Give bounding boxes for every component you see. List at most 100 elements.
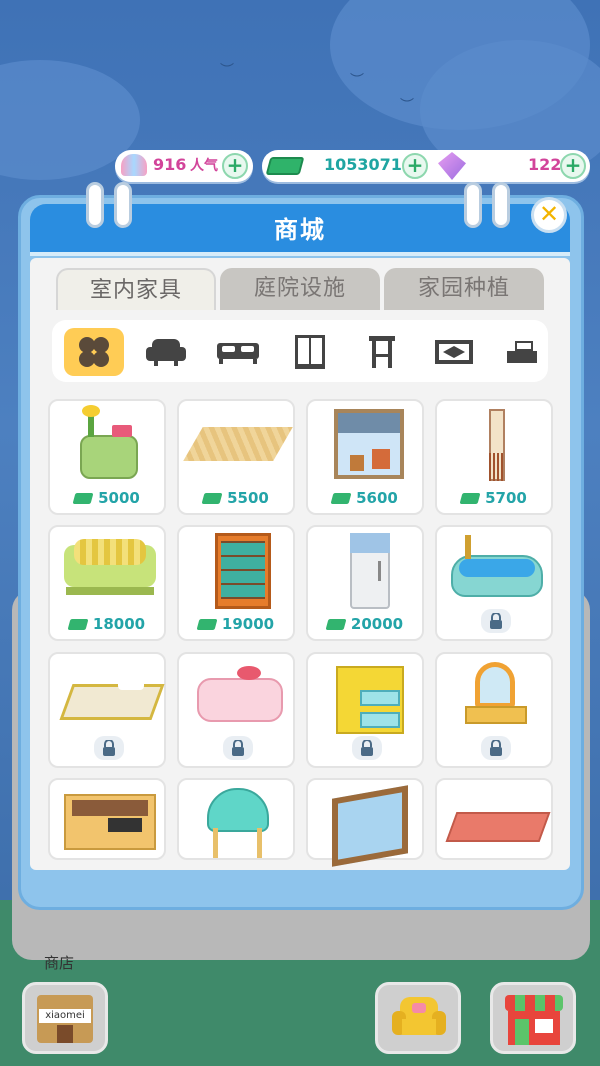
- straw-mat-image: [183, 405, 293, 481]
- item-card-window-with-blinds[interactable]: 5600: [306, 399, 424, 515]
- item-card-straw-mat[interactable]: 5500: [177, 399, 295, 515]
- item-price: 5600: [308, 489, 422, 507]
- lock-icon: [481, 736, 511, 760]
- cabinet-icon: [507, 341, 537, 363]
- item-card-bathtub[interactable]: [435, 525, 553, 641]
- store-button[interactable]: xiaomei: [22, 982, 108, 1054]
- tab-courtyard-facilities[interactable]: 庭院设施: [220, 268, 380, 310]
- nightstand-with-plant-image: [58, 405, 160, 481]
- cash-value: 1053071: [324, 155, 402, 174]
- add-cash-button[interactable]: +: [402, 153, 428, 179]
- lock-icon: [352, 736, 382, 760]
- category-rug[interactable]: [424, 328, 484, 376]
- category-sofa[interactable]: [136, 328, 196, 376]
- wooden-window-image: [316, 784, 418, 867]
- tab-garden-planting[interactable]: 家园种植: [384, 268, 544, 310]
- window-with-blinds-image: [316, 405, 418, 481]
- bird-icon: ︶: [220, 63, 234, 79]
- coral-sofa-image: [445, 784, 551, 860]
- item-card-striped-sofa[interactable]: 18000: [48, 525, 166, 641]
- category-cabinet[interactable]: [492, 328, 552, 376]
- striped-sofa-image: [58, 531, 160, 607]
- item-price: 18000: [50, 615, 164, 633]
- cash-icon: [325, 619, 347, 630]
- bed-icon: [217, 343, 259, 364]
- item-price-value: 18000: [92, 615, 146, 633]
- door-curtain-image: [445, 405, 547, 481]
- armchair-icon: [392, 997, 446, 1041]
- item-price: 5000: [50, 489, 164, 507]
- refrigerator-image: [316, 531, 418, 609]
- item-price: 20000: [308, 615, 422, 633]
- cash-icon: [201, 493, 223, 504]
- item-price-value: 5700: [485, 489, 527, 507]
- item-price: 19000: [179, 615, 293, 633]
- item-card-wooden-window[interactable]: [306, 778, 424, 867]
- wardrobe-icon: [295, 335, 325, 369]
- category-bed[interactable]: [208, 328, 268, 376]
- cash-icon: [330, 493, 352, 504]
- add-gems-button[interactable]: +: [560, 153, 586, 179]
- writing-desk-image: [58, 784, 160, 860]
- category-all[interactable]: [64, 328, 124, 376]
- gem-icon: [438, 152, 466, 180]
- teal-chair-image: [187, 784, 289, 860]
- gems-value: 122: [528, 155, 562, 174]
- rug-icon: [435, 340, 473, 364]
- item-price-value: 5600: [356, 489, 398, 507]
- item-card-teal-chair[interactable]: [177, 778, 295, 860]
- item-price-value: 20000: [350, 615, 404, 633]
- item-card-yellow-drawer[interactable]: [306, 652, 424, 768]
- store-label: 商店: [44, 954, 75, 972]
- item-card-double-bed[interactable]: [48, 652, 166, 768]
- bird-icon: ︶: [400, 98, 414, 114]
- double-bed-image: [58, 658, 165, 734]
- lock-icon: [223, 736, 253, 760]
- item-card-nightstand-with-plant[interactable]: 5000: [48, 399, 166, 515]
- popularity-value: 916: [153, 155, 187, 174]
- binder-ring: [114, 182, 132, 228]
- item-price-value: 5000: [98, 489, 140, 507]
- popularity-pill: 916 人气 +: [115, 150, 253, 182]
- cash-icon: [459, 493, 481, 504]
- item-card-refrigerator[interactable]: 20000: [306, 525, 424, 641]
- item-price: 5500: [179, 489, 293, 507]
- cash-icon: [265, 157, 305, 175]
- store-sign: xiaomei: [39, 1009, 91, 1023]
- tab-indoor-furniture[interactable]: 室内家具: [56, 268, 216, 310]
- vanity-mirror-image: [445, 658, 547, 734]
- stool-icon: [369, 336, 395, 368]
- cash-icon: [72, 493, 94, 504]
- item-card-vanity-mirror[interactable]: [435, 652, 553, 768]
- clover-icon: [79, 337, 109, 367]
- shop-button[interactable]: [490, 982, 576, 1054]
- item-card-writing-desk[interactable]: [48, 778, 166, 860]
- store-door: [57, 1025, 73, 1043]
- cash-icon: [67, 619, 89, 630]
- category-stool[interactable]: [352, 328, 412, 376]
- binder-ring: [86, 182, 104, 228]
- item-card-pink-bed[interactable]: [177, 652, 295, 768]
- binder-ring: [464, 182, 482, 228]
- store-icon: xiaomei: [37, 995, 93, 1043]
- bookshelf-cabinet-image: [187, 531, 289, 609]
- cash-pill: 1053071 + 122 +: [262, 150, 590, 182]
- item-price-value: 5500: [227, 489, 269, 507]
- item-card-bookshelf-cabinet[interactable]: 19000: [177, 525, 295, 641]
- add-popularity-button[interactable]: +: [222, 153, 248, 179]
- close-button[interactable]: ✕: [531, 197, 567, 233]
- item-price: 5700: [437, 489, 551, 507]
- item-card-door-curtain[interactable]: 5700: [435, 399, 553, 515]
- item-price-value: 19000: [221, 615, 275, 633]
- pink-bed-image: [187, 658, 289, 734]
- popularity-unit: 人气: [190, 158, 218, 174]
- bathtub-image: [445, 531, 547, 607]
- lock-icon: [94, 736, 124, 760]
- sofa-icon: [146, 339, 186, 366]
- category-wardrobe[interactable]: [280, 328, 340, 376]
- shell-icon: [121, 154, 147, 176]
- shop-building-icon: [505, 995, 563, 1045]
- decorate-button[interactable]: [375, 982, 461, 1054]
- item-card-coral-sofa[interactable]: [435, 778, 553, 860]
- yellow-drawer-image: [316, 658, 418, 734]
